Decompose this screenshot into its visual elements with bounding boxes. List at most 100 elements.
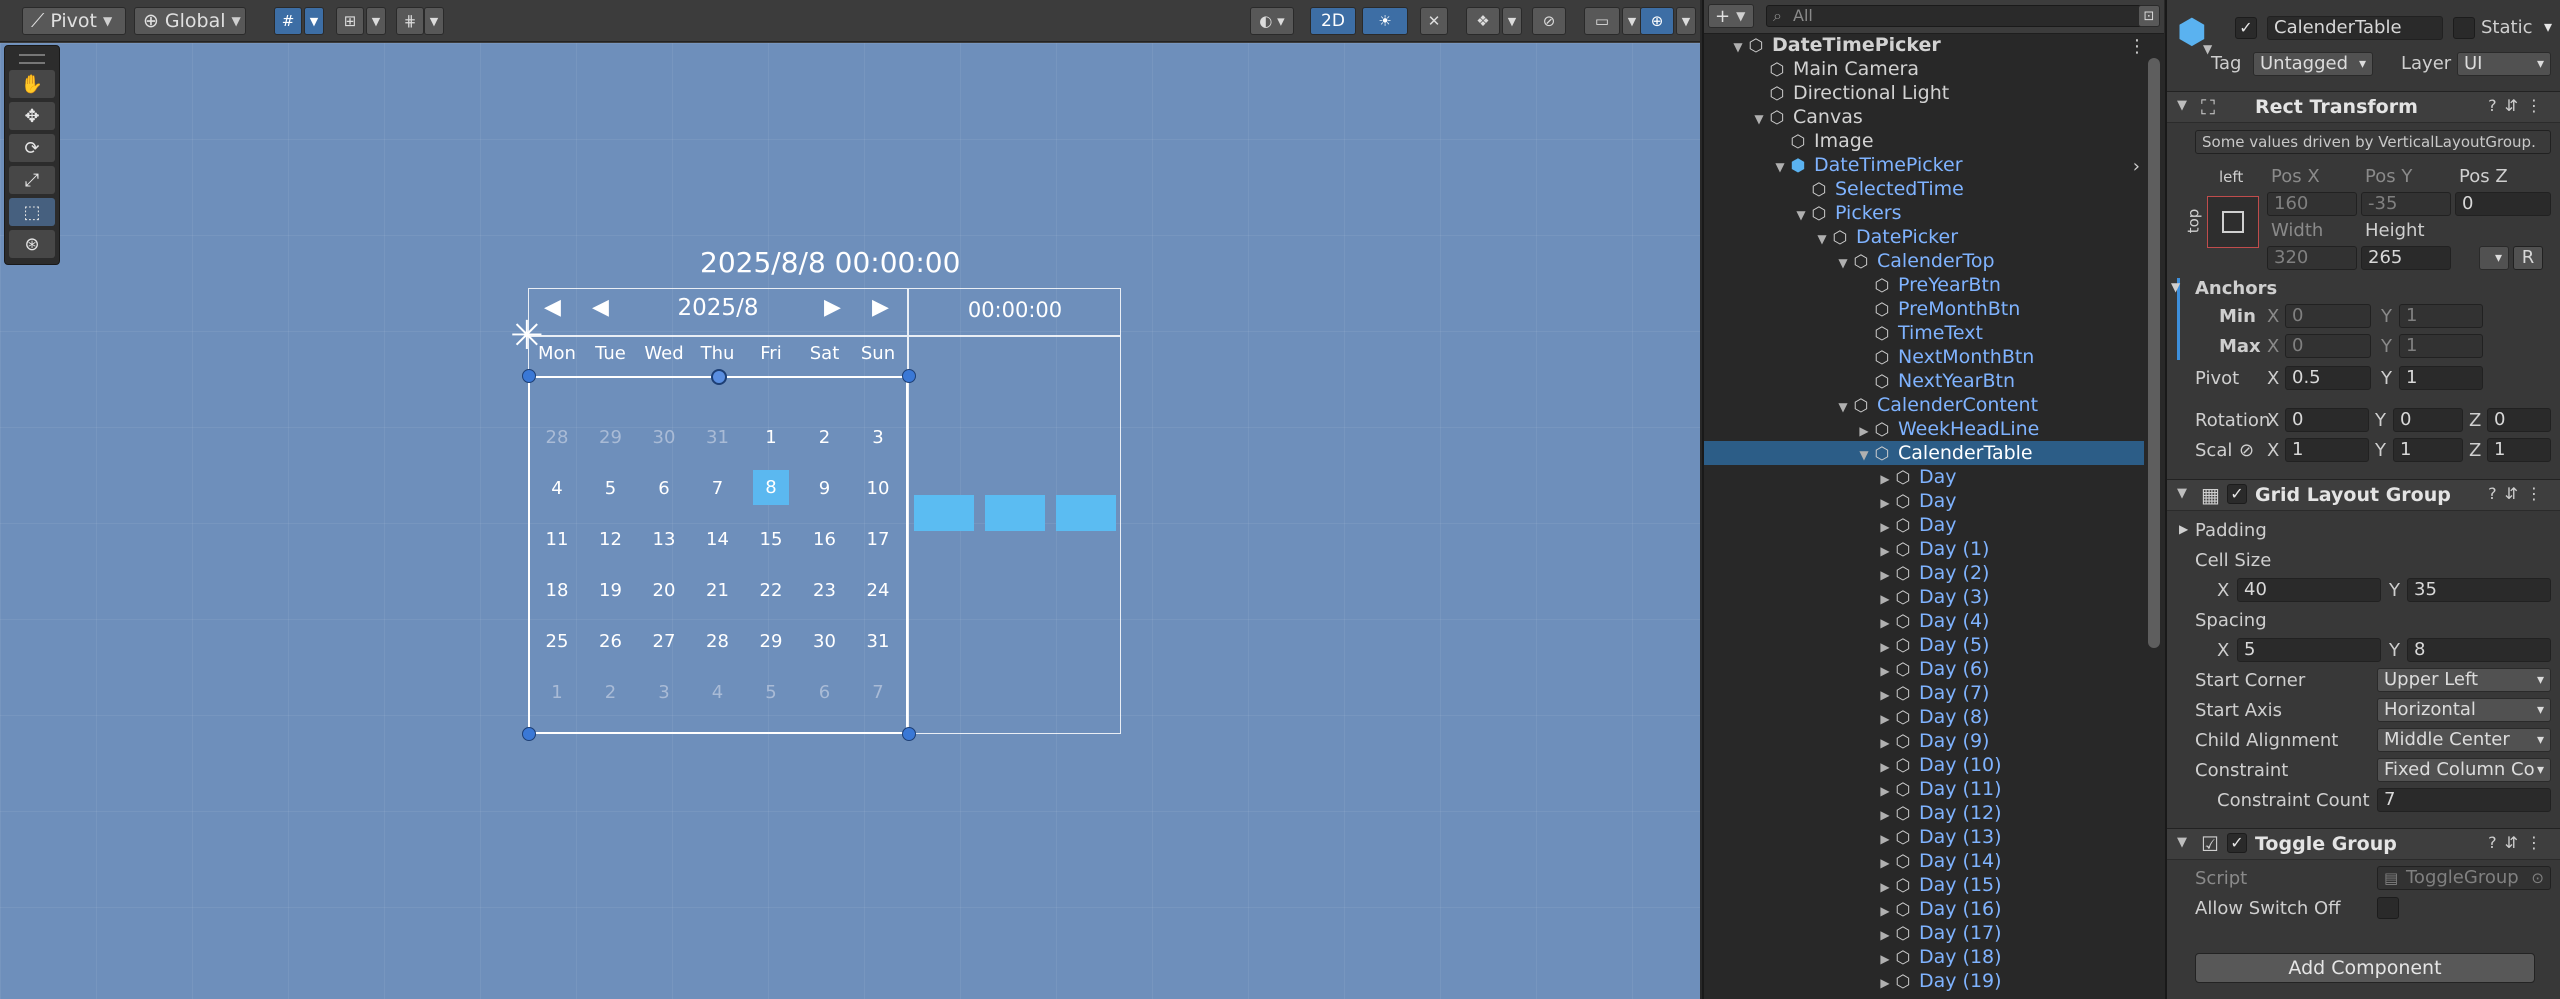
- hour-picker-block[interactable]: [914, 495, 974, 531]
- constraint-dropdown[interactable]: Fixed Column Co: [2377, 758, 2551, 782]
- day-cell[interactable]: 31: [858, 631, 898, 652]
- component-tools[interactable]: ?⇵⋮: [2488, 833, 2550, 852]
- drag-handle[interactable]: [19, 54, 45, 64]
- rect-handle-top-right[interactable]: [902, 369, 916, 383]
- 2d-mode-button[interactable]: 2D: [1310, 7, 1356, 35]
- pivot-dropdown[interactable]: ⟋ Pivot ▼: [22, 7, 126, 35]
- hierarchy-item[interactable]: ▶ ⬡ WeekHeadLine: [1704, 417, 2144, 441]
- spacing-y-field[interactable]: 8: [2407, 638, 2551, 662]
- rect-transform-header[interactable]: ▼ ⛶ Rect Transform ?⇵⋮: [2167, 91, 2560, 123]
- day-cell[interactable]: 1: [537, 682, 577, 703]
- hierarchy-item[interactable]: ⬡ NextYearBtn: [1704, 369, 2144, 393]
- hierarchy-item[interactable]: ▶ ⬡ Day (4): [1704, 609, 2144, 633]
- hierarchy-item[interactable]: ⬡ PreMonthBtn: [1704, 297, 2144, 321]
- hierarchy-item[interactable]: ▼ ⬡ CalenderTable: [1704, 441, 2144, 465]
- expand-arrow-down-icon[interactable]: ▼: [1835, 395, 1851, 419]
- hierarchy-item[interactable]: ▶ ⬡ Day (13): [1704, 825, 2144, 849]
- static-checkbox[interactable]: [2453, 17, 2475, 39]
- effects-icon[interactable]: ❖: [1466, 7, 1500, 35]
- day-cell[interactable]: 7: [858, 682, 898, 703]
- day-cell[interactable]: 20: [644, 580, 684, 601]
- rect-tool-icon[interactable]: ⬚: [9, 198, 55, 226]
- hierarchy-item[interactable]: ▶ ⬡ Day: [1704, 513, 2144, 537]
- expand-arrow-right-icon[interactable]: ▶: [1877, 875, 1893, 899]
- rect-handle-bottom-left[interactable]: [522, 727, 536, 741]
- grid-layout-group-header[interactable]: ▼ ▦ ✓ Grid Layout Group ?⇵⋮: [2167, 479, 2560, 511]
- day-cell[interactable]: 6: [805, 682, 845, 703]
- second-picker-block[interactable]: [1056, 495, 1116, 531]
- visibility-icon[interactable]: ⊘: [1532, 7, 1566, 35]
- hierarchy-item[interactable]: ▼ ⬡ Canvas: [1704, 105, 2144, 129]
- allow-switch-off-checkbox[interactable]: [2377, 897, 2399, 919]
- expand-arrow-down-icon[interactable]: ▼: [1793, 203, 1809, 227]
- hierarchy-item[interactable]: ⬡ NextMonthBtn: [1704, 345, 2144, 369]
- hierarchy-item[interactable]: ⬡ Image: [1704, 129, 2144, 153]
- shading-mode-icon[interactable]: ◐ ▾: [1250, 7, 1294, 35]
- hand-tool-icon[interactable]: ✋: [9, 70, 55, 98]
- pos-y-field[interactable]: -35: [2361, 192, 2451, 216]
- day-cell[interactable]: 9: [805, 478, 845, 499]
- rotation-y-field[interactable]: 0: [2393, 408, 2463, 432]
- day-cell[interactable]: 30: [644, 427, 684, 448]
- rotation-z-field[interactable]: 0: [2487, 408, 2551, 432]
- hierarchy-item[interactable]: ▼ ⬡ CalenderTop: [1704, 249, 2144, 273]
- day-cell[interactable]: 21: [698, 580, 738, 601]
- expand-arrow-right-icon[interactable]: ▶: [1877, 947, 1893, 971]
- pivot-handle[interactable]: [711, 369, 727, 385]
- day-cell[interactable]: 2: [591, 682, 631, 703]
- pos-z-field[interactable]: 0: [2455, 192, 2551, 216]
- expand-arrow-right-icon[interactable]: ▶: [1877, 731, 1893, 755]
- day-cell[interactable]: 30: [805, 631, 845, 652]
- foldout-arrow-icon[interactable]: ▶: [2179, 522, 2188, 536]
- anchor-min-y-field[interactable]: 1: [2399, 304, 2483, 328]
- global-dropdown[interactable]: ⊕ Global ▼: [134, 7, 246, 35]
- preset-icon[interactable]: ⇵: [2505, 484, 2526, 503]
- pivot-y-field[interactable]: 1: [2399, 366, 2483, 390]
- day-cell[interactable]: 27: [644, 631, 684, 652]
- expand-arrow-right-icon[interactable]: ▶: [1877, 611, 1893, 635]
- day-cell[interactable]: 23: [805, 580, 845, 601]
- tag-dropdown[interactable]: Untagged: [2253, 52, 2373, 76]
- anchor-presets-button[interactable]: [2207, 196, 2259, 248]
- day-cell-selected[interactable]: 8: [753, 470, 789, 505]
- rect-handle-bottom-right[interactable]: [902, 727, 916, 741]
- expand-arrow-right-icon[interactable]: ▶: [1856, 419, 1872, 443]
- expand-arrow-right-icon[interactable]: ▶: [1877, 827, 1893, 851]
- help-icon[interactable]: ?: [2488, 484, 2505, 503]
- hierarchy-item[interactable]: ▶ ⬡ Day (18): [1704, 945, 2144, 969]
- hierarchy-item[interactable]: ▶ ⬡ Day (15): [1704, 873, 2144, 897]
- prev-year-button[interactable]: ◀: [544, 295, 561, 320]
- increment-snap-menu-button[interactable]: ▼: [366, 7, 386, 35]
- minute-picker-block[interactable]: [985, 495, 1045, 531]
- hierarchy-item[interactable]: ▶ ⬡ Day (19): [1704, 969, 2144, 993]
- day-cell[interactable]: 5: [751, 682, 791, 703]
- day-cell[interactable]: 18: [537, 580, 577, 601]
- day-cell[interactable]: 4: [698, 682, 738, 703]
- foldout-arrow-icon[interactable]: ▼: [2177, 486, 2187, 501]
- align-grid-menu-button[interactable]: ▼: [424, 7, 444, 35]
- hierarchy-item[interactable]: ▶ ⬡ Day (12): [1704, 801, 2144, 825]
- day-cell[interactable]: 10: [858, 478, 898, 499]
- expand-arrow-right-icon[interactable]: ▶: [1877, 899, 1893, 923]
- camera-icon[interactable]: ▭: [1584, 7, 1620, 35]
- anchor-max-x-field[interactable]: 0: [2285, 334, 2371, 358]
- anchor-max-y-field[interactable]: 1: [2399, 334, 2483, 358]
- day-cell[interactable]: 14: [698, 529, 738, 550]
- align-grid-icon[interactable]: ⋕: [396, 7, 424, 35]
- day-cell[interactable]: 29: [591, 427, 631, 448]
- effects-menu-button[interactable]: ▼: [1502, 7, 1522, 35]
- hierarchy-scrollbar[interactable]: [2148, 58, 2160, 648]
- expand-arrow-right-icon[interactable]: ▶: [1877, 971, 1893, 995]
- day-cell[interactable]: 26: [591, 631, 631, 652]
- day-cell[interactable]: 17: [858, 529, 898, 550]
- padding-label[interactable]: Padding: [2195, 520, 2267, 541]
- hierarchy-item[interactable]: ▼ ⬡ Pickers: [1704, 201, 2144, 225]
- add-component-button[interactable]: Add Component: [2195, 953, 2535, 983]
- camera-menu-button[interactable]: ▼: [1622, 7, 1642, 35]
- expand-arrow-right-icon[interactable]: ▶: [1877, 923, 1893, 947]
- more-icon[interactable]: ⋮: [2526, 833, 2550, 852]
- expand-arrow-right-icon[interactable]: ▶: [1877, 851, 1893, 875]
- blueprint-mode-icon[interactable]: [2479, 246, 2509, 270]
- foldout-arrow-icon[interactable]: ▼: [2171, 280, 2180, 294]
- expand-arrow-right-icon[interactable]: ▶: [1877, 539, 1893, 563]
